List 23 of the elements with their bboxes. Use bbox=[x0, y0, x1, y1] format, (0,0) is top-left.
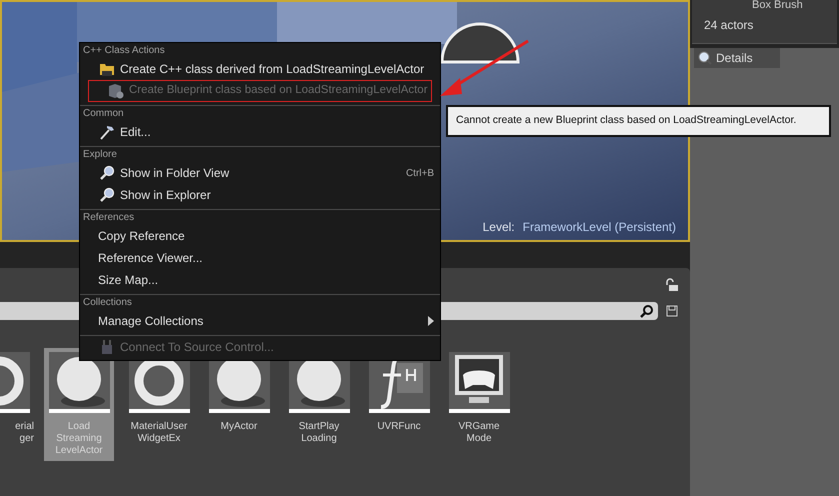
menu-section-heading: Explore bbox=[82, 148, 118, 162]
menu-section-heading: References bbox=[82, 211, 136, 225]
level-label: Level: bbox=[482, 219, 515, 236]
actor-count: 24 actors bbox=[704, 17, 754, 34]
shortcut-label: Ctrl+B bbox=[406, 166, 434, 180]
level-name: FrameworkLevel (Persistent) bbox=[522, 219, 676, 236]
asset-name: MaterialUser bbox=[130, 421, 188, 433]
asset-name: StartPlay bbox=[298, 421, 340, 433]
asset-name: WidgetEx bbox=[138, 433, 180, 445]
asset-name: ger bbox=[20, 433, 34, 445]
menu-section-heading: C++ Class Actions bbox=[82, 44, 166, 58]
tooltip: Cannot create a new Blueprint class based on LoadStreamingLevelActor. bbox=[446, 105, 831, 137]
asset-name: LevelActor bbox=[55, 445, 103, 457]
asset-name: erial bbox=[15, 421, 34, 433]
asset-name: Mode bbox=[466, 433, 492, 445]
asset-name: Loading bbox=[301, 433, 337, 445]
asset-name: Load bbox=[68, 421, 90, 433]
asset-name: MyActor bbox=[220, 421, 258, 433]
menu-section-heading: Common bbox=[82, 107, 125, 121]
asset-name: VRGame bbox=[458, 421, 500, 433]
menu-section-heading: Collections bbox=[82, 296, 133, 310]
asset-name: UVRFunc bbox=[377, 421, 421, 433]
asset-name: Streaming bbox=[56, 433, 102, 445]
